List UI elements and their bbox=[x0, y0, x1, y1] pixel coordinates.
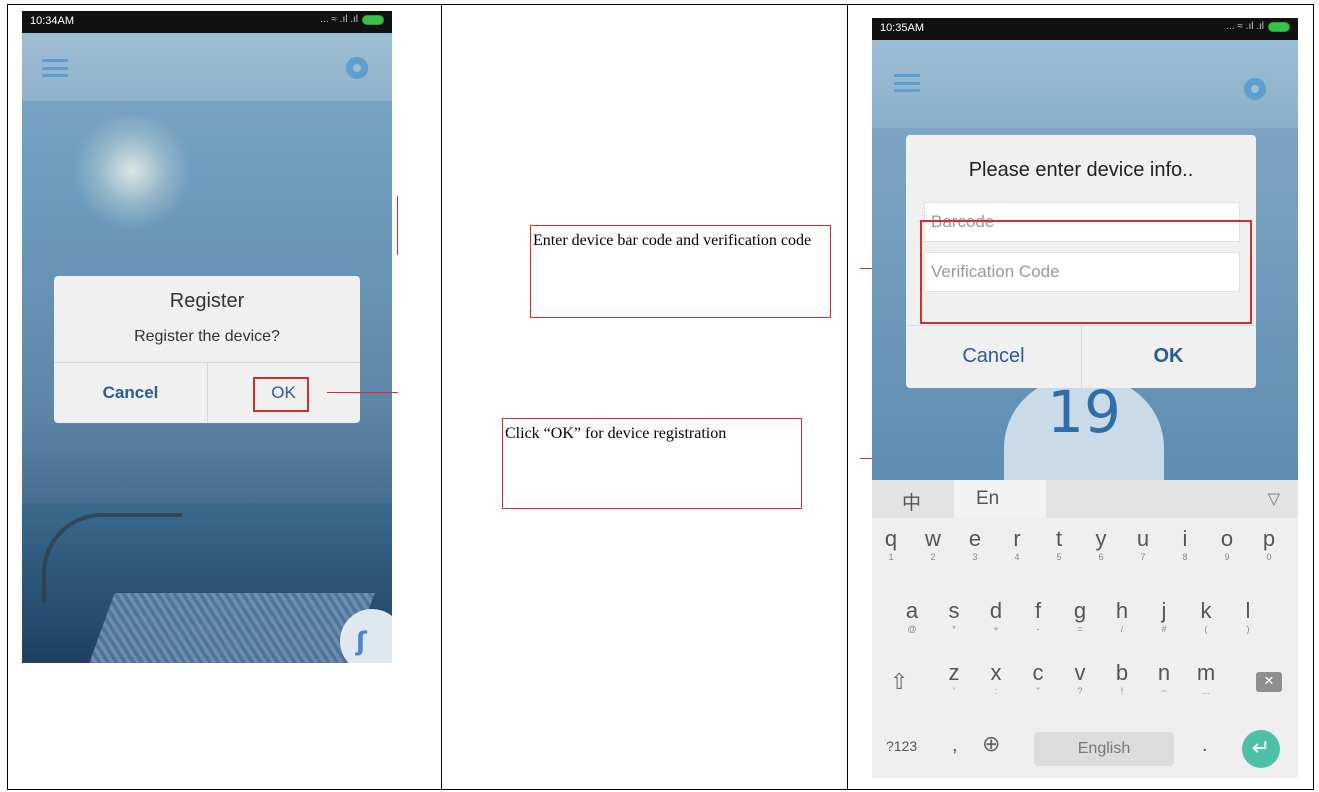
battery-icon bbox=[1268, 21, 1290, 32]
key-g[interactable]: g = bbox=[1064, 598, 1096, 644]
space-key[interactable]: English bbox=[1034, 732, 1174, 766]
keyboard-row-3: ⇧ z ' x: c " v? b! n ~ m… ✕ bbox=[872, 660, 1298, 706]
ok-button-highlight bbox=[253, 377, 309, 412]
key-r[interactable]: r4 bbox=[1001, 526, 1033, 572]
key-s[interactable]: s * bbox=[938, 598, 970, 644]
key-p[interactable]: p0 bbox=[1253, 526, 1285, 572]
annotation-click-ok: Click “OK” for device registration bbox=[502, 418, 802, 509]
key-y[interactable]: y6 bbox=[1085, 526, 1117, 572]
enter-icon[interactable]: ↵ bbox=[1242, 730, 1280, 768]
key-q[interactable]: q1 bbox=[875, 526, 907, 572]
backspace-icon[interactable]: ✕ bbox=[1256, 672, 1282, 692]
dialog-title: Register bbox=[169, 290, 245, 312]
key-z[interactable]: z ' bbox=[938, 660, 970, 706]
dialog-message: Register the device? bbox=[134, 328, 280, 345]
phone-screenshot-register: 10:34AM ... ≈ .ıl .ıl ʃ Register Registe… bbox=[22, 11, 392, 663]
keyboard-row-2: a @ s * d + f- g = h / j # k( l) bbox=[872, 598, 1298, 644]
settings-gear-icon[interactable] bbox=[346, 57, 368, 79]
status-icons: ... ≈ .ıl .ıl bbox=[1226, 21, 1290, 32]
ok-button[interactable]: OK bbox=[1081, 325, 1256, 388]
symbols-key[interactable]: ?123 bbox=[886, 738, 917, 754]
battery-icon bbox=[362, 14, 384, 25]
column-divider bbox=[847, 4, 848, 790]
key-t[interactable]: t5 bbox=[1043, 526, 1075, 572]
sun-glow-background bbox=[72, 111, 192, 231]
key-e[interactable]: e3 bbox=[959, 526, 991, 572]
key-o[interactable]: o9 bbox=[1211, 526, 1243, 572]
callout-bracket-mark bbox=[397, 196, 398, 255]
cancel-button[interactable]: Cancel bbox=[906, 325, 1081, 388]
status-bar: 10:34AM ... ≈ .ıl .ıl bbox=[22, 11, 392, 33]
keyboard-bottom-row: ?123 , ⊕ English . ↵ bbox=[872, 726, 1298, 772]
keyboard-toolbar: 中 En ▽ bbox=[872, 480, 1298, 518]
settings-gear-icon[interactable] bbox=[1244, 78, 1266, 100]
key-a[interactable]: a @ bbox=[896, 598, 928, 644]
key-j[interactable]: j # bbox=[1148, 598, 1180, 644]
gauge-value: 19 bbox=[1047, 378, 1121, 446]
status-time: 10:35AM bbox=[880, 22, 925, 34]
annotation-enter-codes: Enter device bar code and verification c… bbox=[530, 225, 831, 318]
key-f[interactable]: f- bbox=[1022, 598, 1054, 644]
english-input-key[interactable]: En bbox=[976, 488, 999, 510]
key-n[interactable]: n ~ bbox=[1148, 660, 1180, 706]
phone-screenshot-device-info: 10:35AM ... ≈ .ıl .ıl 19 Please enter de… bbox=[872, 18, 1298, 778]
key-l[interactable]: l) bbox=[1232, 598, 1264, 644]
menu-icon[interactable] bbox=[42, 59, 68, 77]
pool-ladder-image bbox=[42, 513, 182, 603]
callout-leader-line bbox=[327, 392, 398, 393]
period-key[interactable]: . bbox=[1202, 734, 1208, 757]
status-bar: 10:35AM ... ≈ .ıl .ıl bbox=[872, 18, 1298, 40]
menu-icon[interactable] bbox=[894, 74, 920, 92]
language-tab-active bbox=[954, 480, 1046, 518]
app-bar bbox=[872, 40, 1298, 128]
app-bar bbox=[22, 33, 392, 101]
key-d[interactable]: d + bbox=[980, 598, 1012, 644]
globe-icon[interactable]: ⊕ bbox=[982, 732, 1000, 757]
cancel-button[interactable]: Cancel bbox=[54, 362, 207, 423]
key-w[interactable]: w2 bbox=[917, 526, 949, 572]
brand-logo-icon: ʃ bbox=[356, 627, 367, 657]
key-c[interactable]: c " bbox=[1022, 660, 1054, 706]
key-v[interactable]: v? bbox=[1064, 660, 1096, 706]
pool-deck-image bbox=[89, 593, 375, 663]
status-time: 10:34AM bbox=[30, 15, 75, 27]
collapse-keyboard-icon[interactable]: ▽ bbox=[1268, 489, 1280, 508]
shift-icon[interactable]: ⇧ bbox=[890, 670, 908, 695]
keyboard-row-1: q1 w2 e3 r4 t5 y6 u7 i8 o9 p0 bbox=[872, 526, 1298, 572]
key-u[interactable]: u7 bbox=[1127, 526, 1159, 572]
key-i[interactable]: i8 bbox=[1169, 526, 1201, 572]
column-divider bbox=[441, 4, 442, 790]
key-k[interactable]: k( bbox=[1190, 598, 1222, 644]
status-icons: ... ≈ .ıl .ıl bbox=[320, 14, 384, 25]
key-h[interactable]: h / bbox=[1106, 598, 1138, 644]
comma-key[interactable]: , bbox=[952, 734, 958, 757]
chinese-input-key[interactable]: 中 bbox=[902, 488, 921, 515]
dialog-title: Please enter device info.. bbox=[968, 159, 1194, 181]
soft-keyboard: 中 En ▽ q1 w2 e3 r4 t5 y6 u7 i8 o9 p0 a @ … bbox=[872, 480, 1298, 778]
key-x[interactable]: x: bbox=[980, 660, 1012, 706]
signal-wifi-icon: ... ≈ .ıl .ıl bbox=[1226, 21, 1264, 32]
key-b[interactable]: b! bbox=[1106, 660, 1138, 706]
signal-wifi-icon: ... ≈ .ıl .ıl bbox=[320, 14, 358, 25]
register-dialog: Register Register the device? Cancel OK bbox=[54, 276, 360, 423]
input-fields-highlight bbox=[920, 220, 1252, 324]
key-m[interactable]: m… bbox=[1190, 660, 1222, 706]
